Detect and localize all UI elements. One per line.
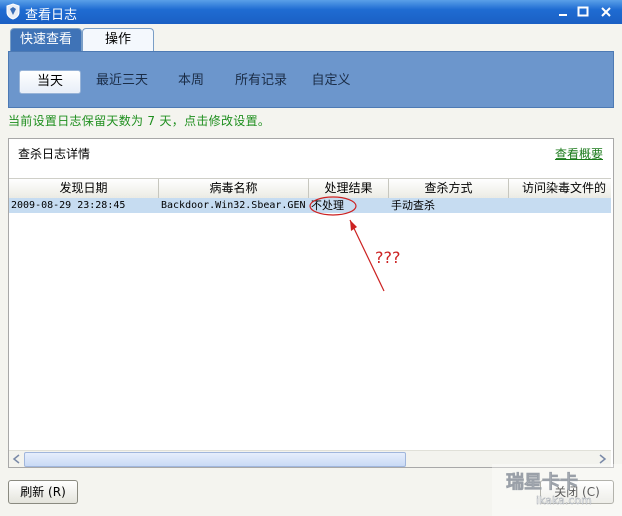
cell-virus-name: Backdoor.Win32.Sbear.GEN [161, 200, 306, 211]
window-title: 查看日志 [25, 8, 78, 23]
retention-notice-link[interactable]: 当前设置日志保留天数为 7 天，点击修改设置。 [8, 112, 270, 129]
scrollbar-thumb[interactable] [24, 452, 406, 467]
table-row[interactable]: 2009-08-29 23:28:45 Backdoor.Win32.Sbear… [9, 198, 611, 213]
log-detail-panel: 查杀日志详情 查看概要 发现日期 病毒名称 处理结果 查杀方式 访问染毒文件的 … [8, 138, 614, 468]
close-icon[interactable] [599, 5, 613, 19]
column-header-process[interactable]: 访问染毒文件的 [509, 179, 611, 198]
main-tabs: 快速查看 操作 [8, 28, 616, 52]
tab-quick-view[interactable]: 快速查看 [10, 28, 82, 51]
watermark-url: ikaka.com [536, 494, 592, 507]
annotation-arrowhead [350, 220, 357, 231]
log-viewer-window: 查看日志 快速查看 操作 当天 最近三天 本周 所有记录 自定义 当前设置日志保… [0, 0, 622, 516]
tab-operations[interactable]: 操作 [82, 28, 154, 51]
table-header: 发现日期 病毒名称 处理结果 查杀方式 访问染毒文件的 [9, 178, 611, 199]
minimize-icon[interactable] [556, 5, 570, 19]
filter-this-week[interactable]: 本周 [169, 70, 213, 92]
column-header-result[interactable]: 处理结果 [309, 179, 389, 198]
cell-process [509, 198, 611, 213]
column-header-date[interactable]: 发现日期 [9, 179, 159, 198]
annotation-arrow [349, 219, 385, 292]
watermark-text: 瑞星卡卡 [506, 471, 578, 493]
filter-today[interactable]: 当天 [19, 70, 81, 94]
filter-last-three-days[interactable]: 最近三天 [91, 70, 153, 92]
filter-custom[interactable]: 自定义 [307, 70, 355, 92]
annotation-text: ??? [375, 248, 400, 267]
column-header-method[interactable]: 查杀方式 [389, 179, 509, 198]
scroll-left-icon[interactable] [11, 453, 22, 465]
maximize-icon[interactable] [576, 5, 590, 19]
column-header-virus-name[interactable]: 病毒名称 [159, 179, 309, 198]
view-overview-link[interactable]: 查看概要 [555, 145, 603, 162]
refresh-button[interactable]: 刷新 (R) [8, 480, 78, 504]
cell-date: 2009-08-29 23:28:45 [11, 200, 126, 211]
filter-ribbon: 当天 最近三天 本周 所有记录 自定义 [8, 51, 614, 108]
title-bar[interactable]: 查看日志 [0, 0, 622, 24]
filter-all-records[interactable]: 所有记录 [231, 70, 291, 92]
watermark-logo: 瑞星卡卡 ikaka.com [492, 464, 622, 516]
cell-method: 手动查杀 [391, 199, 435, 212]
cell-result: 不处理 [311, 199, 344, 212]
panel-title: 查杀日志详情 [18, 147, 91, 161]
shield-icon [6, 3, 20, 20]
